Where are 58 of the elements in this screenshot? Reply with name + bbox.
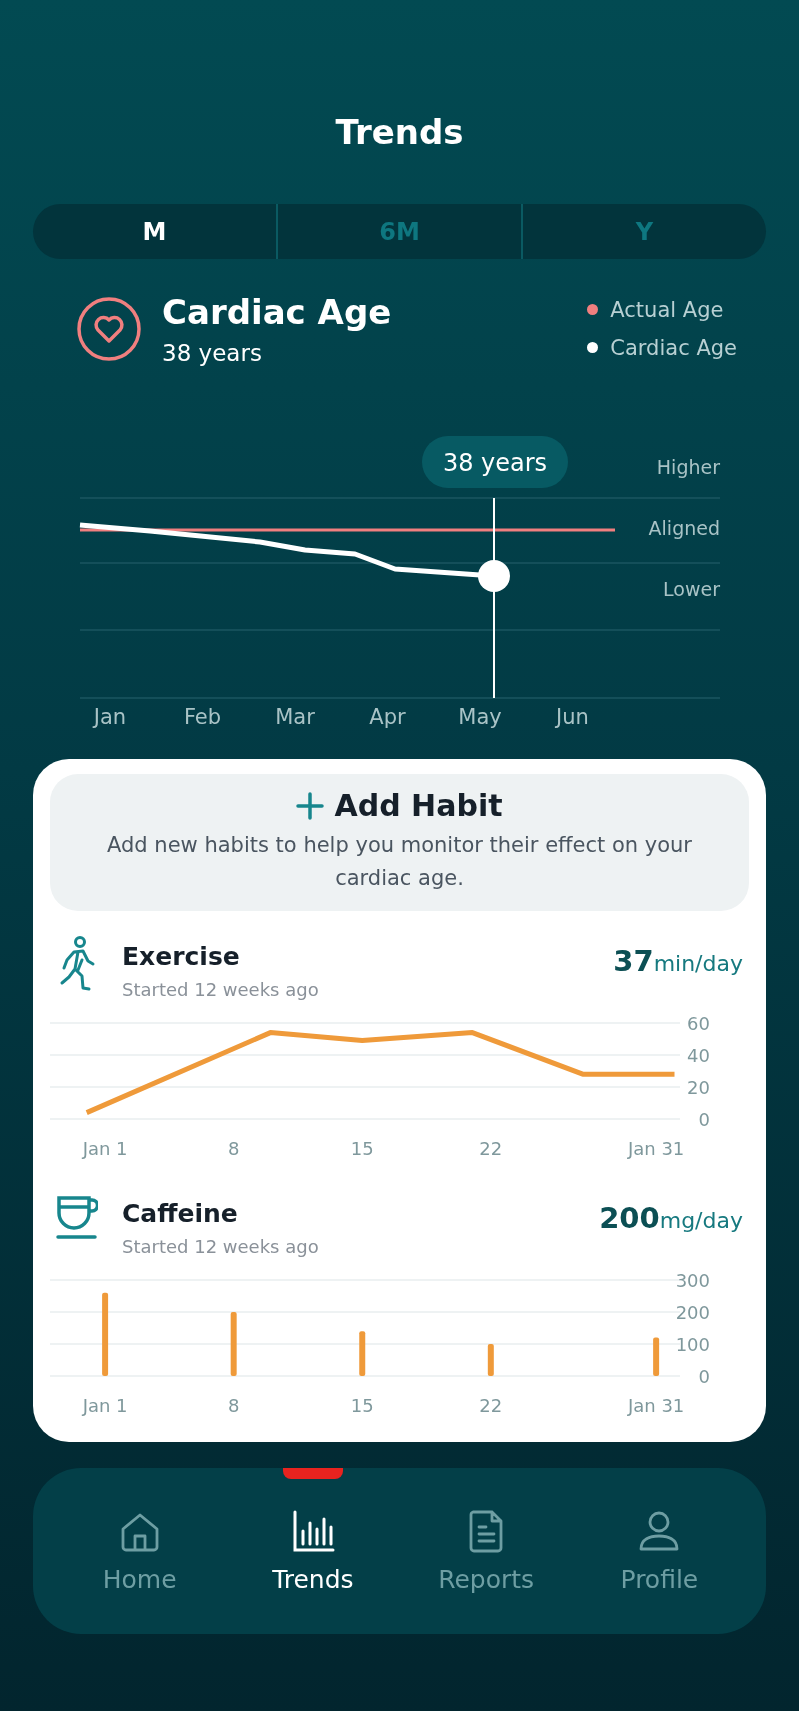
y-axis-label: Higher (656, 456, 720, 478)
x-tick-label: Jan 31 (627, 1395, 685, 1416)
y-axis-label: Aligned (648, 517, 720, 539)
x-tick-label: 22 (479, 1395, 503, 1416)
x-axis-label: Apr (369, 705, 406, 729)
habit-amount: 37 (613, 944, 654, 978)
x-tick-label: Jan 31 (627, 1138, 685, 1159)
legend-label: Actual Age (610, 297, 724, 322)
habit-started: Started 12 weeks ago (122, 979, 320, 1000)
x-axis-label: Jan (93, 705, 127, 729)
x-tick-label: 8 (227, 1138, 240, 1159)
habit-amount: 200 (599, 1201, 660, 1235)
x-tick-label: 8 (227, 1395, 240, 1416)
caffeine-bar (359, 1331, 366, 1376)
period-tab[interactable]: M (33, 204, 276, 259)
tooltip-value: 38 years (442, 449, 548, 477)
habit-unit: min/day (653, 951, 743, 976)
page-title: Trends (334, 111, 465, 154)
x-tick-label: Jan 1 (82, 1395, 128, 1416)
habit-unit: mg/day (659, 1208, 743, 1233)
x-tick-label: Jan 1 (82, 1138, 128, 1159)
x-tick-label: 22 (479, 1138, 503, 1159)
caffeine-bar (653, 1337, 660, 1376)
y-tick-label: 60 (687, 1013, 710, 1034)
y-axis-label: Lower (663, 578, 720, 600)
add-habit-button[interactable]: Add Habit Add new habits to help you monitor their effect on your cardiac age. (50, 774, 749, 911)
metric-value: 38 years (162, 339, 263, 366)
nav-tab[interactable]: Trends (226, 1468, 400, 1634)
x-axis-label: Feb (183, 705, 222, 729)
y-tick-label: 0 (698, 1109, 710, 1130)
plus-icon (296, 791, 325, 820)
period-tab[interactable]: Y (521, 204, 766, 259)
y-tick-label: 200 (675, 1302, 710, 1323)
x-axis-label: Jun (556, 705, 589, 729)
period-tab[interactable]: 6M (276, 204, 521, 259)
habit-name: Caffeine (122, 1199, 239, 1228)
nav-tab[interactable]: Reports (399, 1468, 573, 1634)
metric-title: Cardiac Age (162, 291, 393, 332)
y-tick-label: 300 (675, 1270, 710, 1291)
add-habit-description: Add new habits to help you monitor their effect on your cardiac age. (106, 832, 693, 892)
nav-tab[interactable]: Home (53, 1468, 227, 1634)
x-tick-label: 15 (350, 1138, 374, 1159)
caffeine-bar (487, 1344, 494, 1376)
y-tick-label: 100 (675, 1334, 710, 1355)
legend-label: Cardiac Age (610, 335, 737, 360)
active-indicator (282, 1468, 343, 1479)
x-axis-label: May (458, 705, 502, 729)
y-tick-label: 20 (687, 1077, 710, 1098)
habit-name: Exercise (122, 942, 241, 971)
add-habit-title: Add Habit (334, 788, 503, 823)
x-axis-label: Mar (275, 705, 315, 729)
y-tick-label: 40 (687, 1045, 710, 1066)
caffeine-bar (230, 1312, 237, 1376)
nav-tab[interactable]: Profile (572, 1468, 746, 1634)
y-tick-label: 0 (698, 1366, 710, 1387)
selected-point[interactable] (478, 560, 510, 592)
habit-started: Started 12 weeks ago (122, 1236, 320, 1257)
x-tick-label: 15 (350, 1395, 374, 1416)
